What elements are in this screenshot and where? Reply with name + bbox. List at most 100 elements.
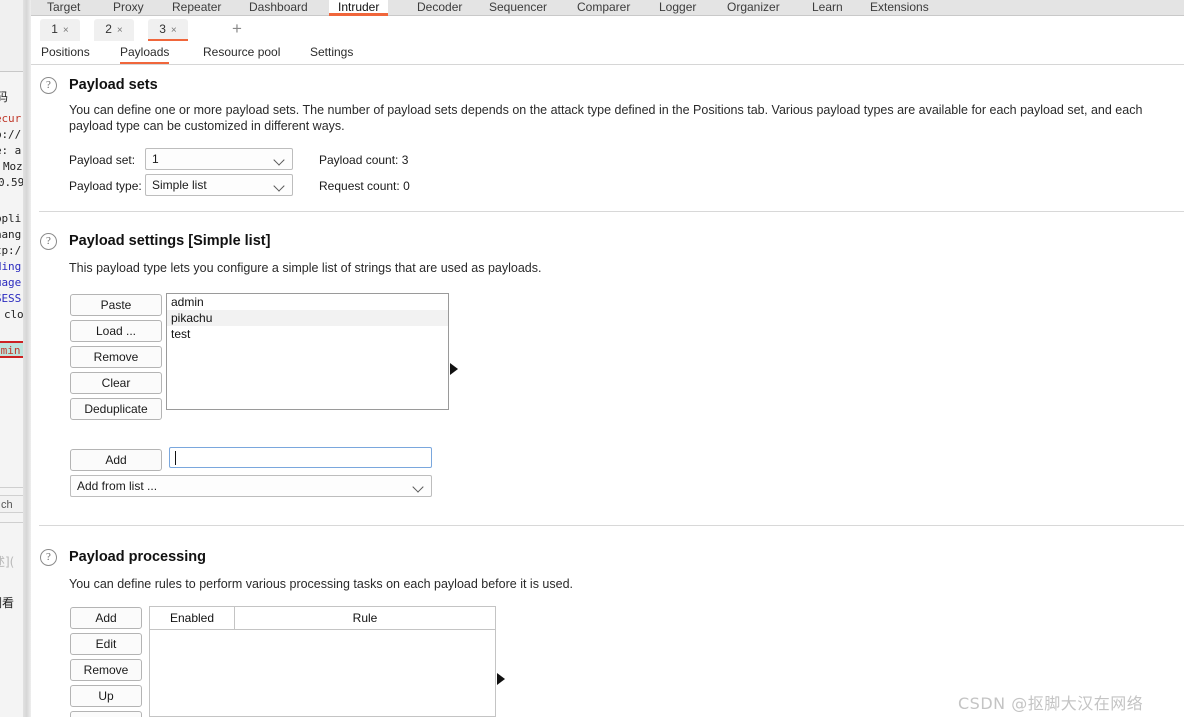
remove-button[interactable]: Remove: [70, 346, 162, 368]
add-from-list-value: Add from list ...: [77, 479, 158, 493]
payload-sets-description: You can define one or more payload sets.…: [69, 103, 1143, 133]
window-edge-shadow: [23, 0, 31, 717]
request-count-value: 0: [403, 179, 410, 193]
payload-set-label: Payload set:: [69, 153, 136, 167]
background-code-line: clo: [4, 308, 24, 321]
background-cn-top: 码: [0, 90, 9, 104]
payload-count-value: 3: [401, 153, 409, 167]
tab-settings[interactable]: Settings: [310, 42, 353, 64]
payload-set-value: 1: [152, 152, 159, 166]
csdn-watermark: CSDN @抠脚大汉在网络: [958, 694, 1144, 713]
background-code-line: ppli: [0, 212, 22, 225]
suite-tab-decoder[interactable]: Decoder: [408, 0, 471, 16]
clear-button[interactable]: Clear: [70, 372, 162, 394]
background-code-line: Moz: [3, 160, 23, 173]
payload-type-value: Simple list: [152, 178, 207, 192]
processing-add-button[interactable]: Add: [70, 607, 142, 629]
processing-edit-button[interactable]: Edit: [70, 633, 142, 655]
background-grey-text: 述](: [0, 555, 15, 569]
suite-tab-bar: Target Proxy Repeater Dashboard Intruder…: [31, 0, 1184, 16]
background-code-line: tp:/: [0, 244, 22, 257]
deduplicate-button[interactable]: Deduplicate: [70, 398, 162, 420]
background-code-line: 0.59: [0, 176, 25, 189]
tab-positions[interactable]: Positions: [41, 42, 90, 64]
payload-type-label: Payload type:: [69, 179, 142, 193]
payload-settings-title: Payload settings [Simple list]: [69, 233, 271, 249]
suite-tab-target[interactable]: Target: [38, 0, 89, 16]
background-window: 码 ecur p:// e: a Moz 0.59 ppli hang tp:/…: [0, 0, 31, 717]
payload-count-label-text: Payload count:: [319, 153, 399, 167]
payload-type-select[interactable]: Simple list: [145, 174, 293, 196]
background-code-line: uage: [0, 276, 22, 289]
payload-settings-description: This payload type lets you configure a s…: [69, 261, 542, 275]
background-code-line: e: a: [0, 144, 22, 157]
suite-tab-logger[interactable]: Logger: [650, 0, 705, 16]
background-highlight-text: dmin: [0, 344, 21, 357]
payloads-panel: ? Payload sets You can define one or mor…: [31, 66, 1184, 717]
panel-expand-arrow-icon[interactable]: [497, 673, 505, 685]
help-icon[interactable]: ?: [40, 233, 57, 250]
suite-tab-dashboard[interactable]: Dashboard: [240, 0, 317, 16]
tab-payloads[interactable]: Payloads: [120, 42, 170, 64]
burp-suite-window: Target Proxy Repeater Dashboard Intruder…: [31, 0, 1184, 717]
help-icon[interactable]: ?: [40, 549, 57, 566]
chevron-down-icon: [275, 175, 285, 197]
paste-button[interactable]: Paste: [70, 294, 162, 316]
background-code-line: p://: [0, 128, 22, 141]
section-divider: [39, 211, 1184, 212]
load-button[interactable]: Load ...: [70, 320, 162, 342]
attack-tab-1[interactable]: 1 ×: [40, 19, 80, 41]
request-count-label-text: Request count:: [319, 179, 400, 193]
background-code-line: SESS: [0, 292, 22, 305]
background-code-line: ecur: [0, 112, 22, 125]
payload-list[interactable]: admin pikachu test: [166, 293, 449, 410]
chevron-down-icon: [414, 476, 424, 498]
new-attack-tab-icon[interactable]: +: [228, 20, 246, 38]
screen: 码 ecur p:// e: a Moz 0.59 ppli hang tp:/…: [0, 0, 1184, 717]
add-payload-button[interactable]: Add: [70, 449, 162, 471]
chevron-down-icon: [275, 149, 285, 171]
suite-tab-organizer[interactable]: Organizer: [718, 0, 789, 16]
table-header-row: Enabled Rule: [150, 607, 495, 630]
list-item[interactable]: pikachu: [167, 310, 448, 326]
processing-up-button[interactable]: Up: [70, 685, 142, 707]
background-cn-bottom: 刚看: [0, 596, 15, 610]
suite-tab-repeater[interactable]: Repeater: [163, 0, 230, 16]
suite-tab-learn[interactable]: Learn: [803, 0, 852, 16]
intruder-sub-tab-bar: Positions Payloads Resource pool Setting…: [31, 42, 1184, 65]
suite-tab-intruder[interactable]: Intruder: [329, 0, 389, 16]
payload-sets-title: Payload sets: [69, 77, 158, 93]
close-icon[interactable]: ×: [63, 20, 69, 41]
close-icon[interactable]: ×: [117, 20, 123, 41]
add-from-list-select[interactable]: Add from list ...: [70, 475, 432, 497]
attack-tab-label: 1: [51, 22, 58, 36]
processing-remove-button[interactable]: Remove: [70, 659, 142, 681]
column-header-rule[interactable]: Rule: [235, 607, 495, 629]
suite-tab-sequencer[interactable]: Sequencer: [480, 0, 556, 16]
payload-processing-description: You can define rules to perform various …: [69, 577, 573, 591]
processing-down-button[interactable]: Down: [70, 711, 142, 717]
payload-processing-title: Payload processing: [69, 549, 206, 565]
text-caret: [175, 451, 176, 465]
suite-tab-extensions[interactable]: Extensions: [861, 0, 938, 16]
attack-tab-label: 2: [105, 22, 112, 36]
attack-tab-2[interactable]: 2 ×: [94, 19, 134, 41]
column-header-enabled[interactable]: Enabled: [150, 607, 234, 629]
section-divider: [39, 525, 1184, 526]
background-code-line: hang: [0, 228, 22, 241]
attack-tab-bar: 1 × 2 × 3 × +: [31, 16, 1184, 44]
attack-tab-3[interactable]: 3 ×: [148, 19, 188, 41]
suite-tab-comparer[interactable]: Comparer: [568, 0, 639, 16]
close-icon[interactable]: ×: [171, 20, 177, 41]
payload-add-input[interactable]: [169, 447, 432, 468]
background-code-line: ding: [0, 260, 22, 273]
help-icon[interactable]: ?: [40, 77, 57, 94]
payload-count-label: Payload count: 3: [319, 153, 408, 167]
list-item[interactable]: test: [167, 326, 448, 342]
suite-tab-proxy[interactable]: Proxy: [104, 0, 153, 16]
payload-set-select[interactable]: 1: [145, 148, 293, 170]
tab-resource-pool[interactable]: Resource pool: [203, 42, 280, 64]
panel-expand-arrow-icon[interactable]: [450, 363, 458, 375]
payload-processing-table[interactable]: Enabled Rule: [149, 606, 496, 717]
list-item[interactable]: admin: [167, 294, 448, 310]
